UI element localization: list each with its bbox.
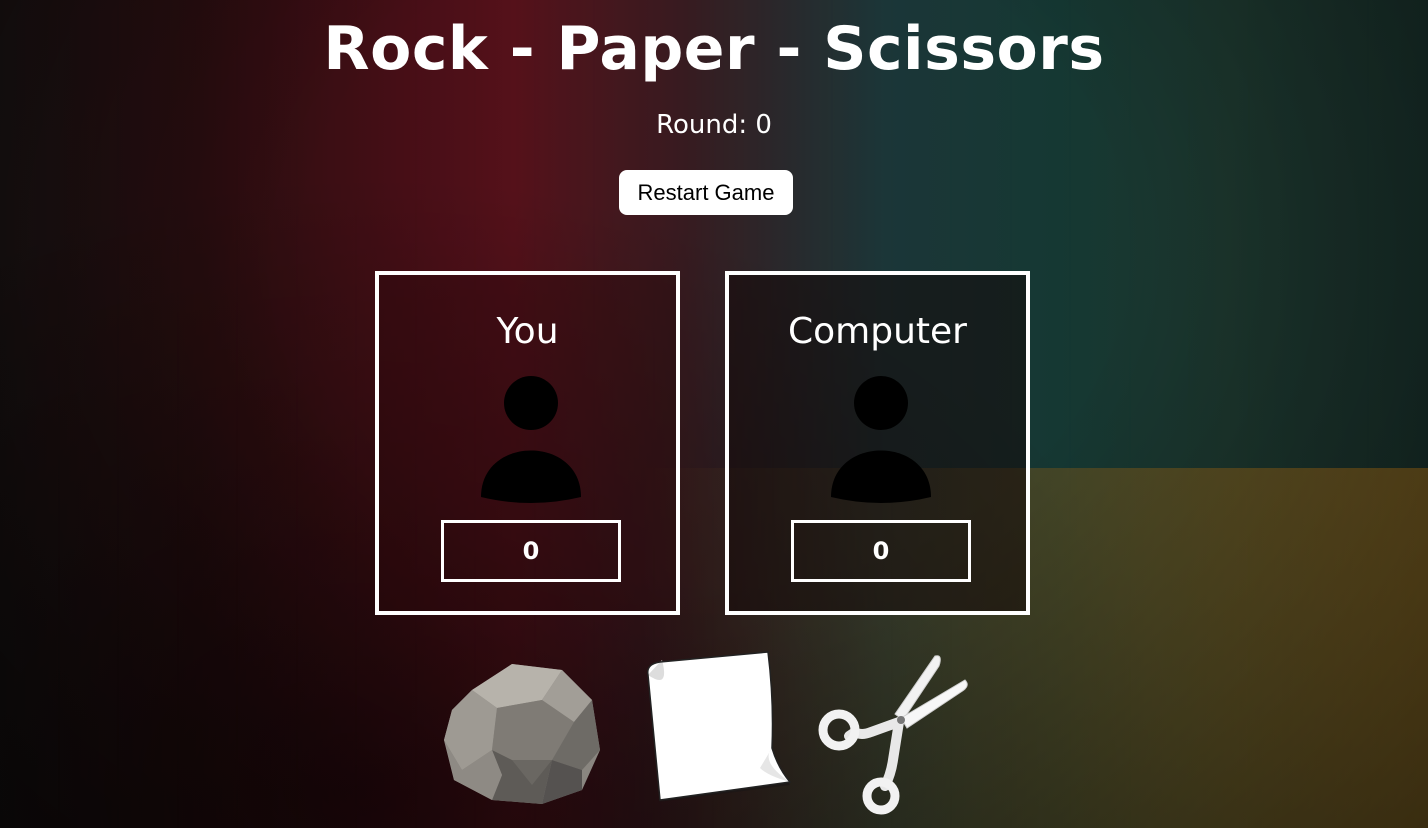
round-counter: Round: 0 (656, 110, 772, 140)
rock-icon[interactable] (442, 660, 602, 806)
user-avatar-icon (481, 376, 581, 503)
computer-avatar-icon (831, 376, 931, 503)
player-name: You (496, 311, 559, 352)
paper-icon[interactable] (640, 650, 798, 805)
player-score: 0 (441, 520, 621, 582)
restart-game-button[interactable]: Restart Game (619, 170, 793, 215)
player-panel: You 0 (375, 271, 680, 615)
computer-panel: Computer 0 (725, 271, 1030, 615)
computer-name: Computer (788, 311, 967, 352)
computer-score: 0 (791, 520, 971, 582)
scissors-icon[interactable] (815, 650, 973, 816)
page-title: Rock - Paper - Scissors (323, 14, 1105, 84)
game-container: Rock - Paper - Scissors Round: 0 Restart… (0, 0, 1428, 828)
